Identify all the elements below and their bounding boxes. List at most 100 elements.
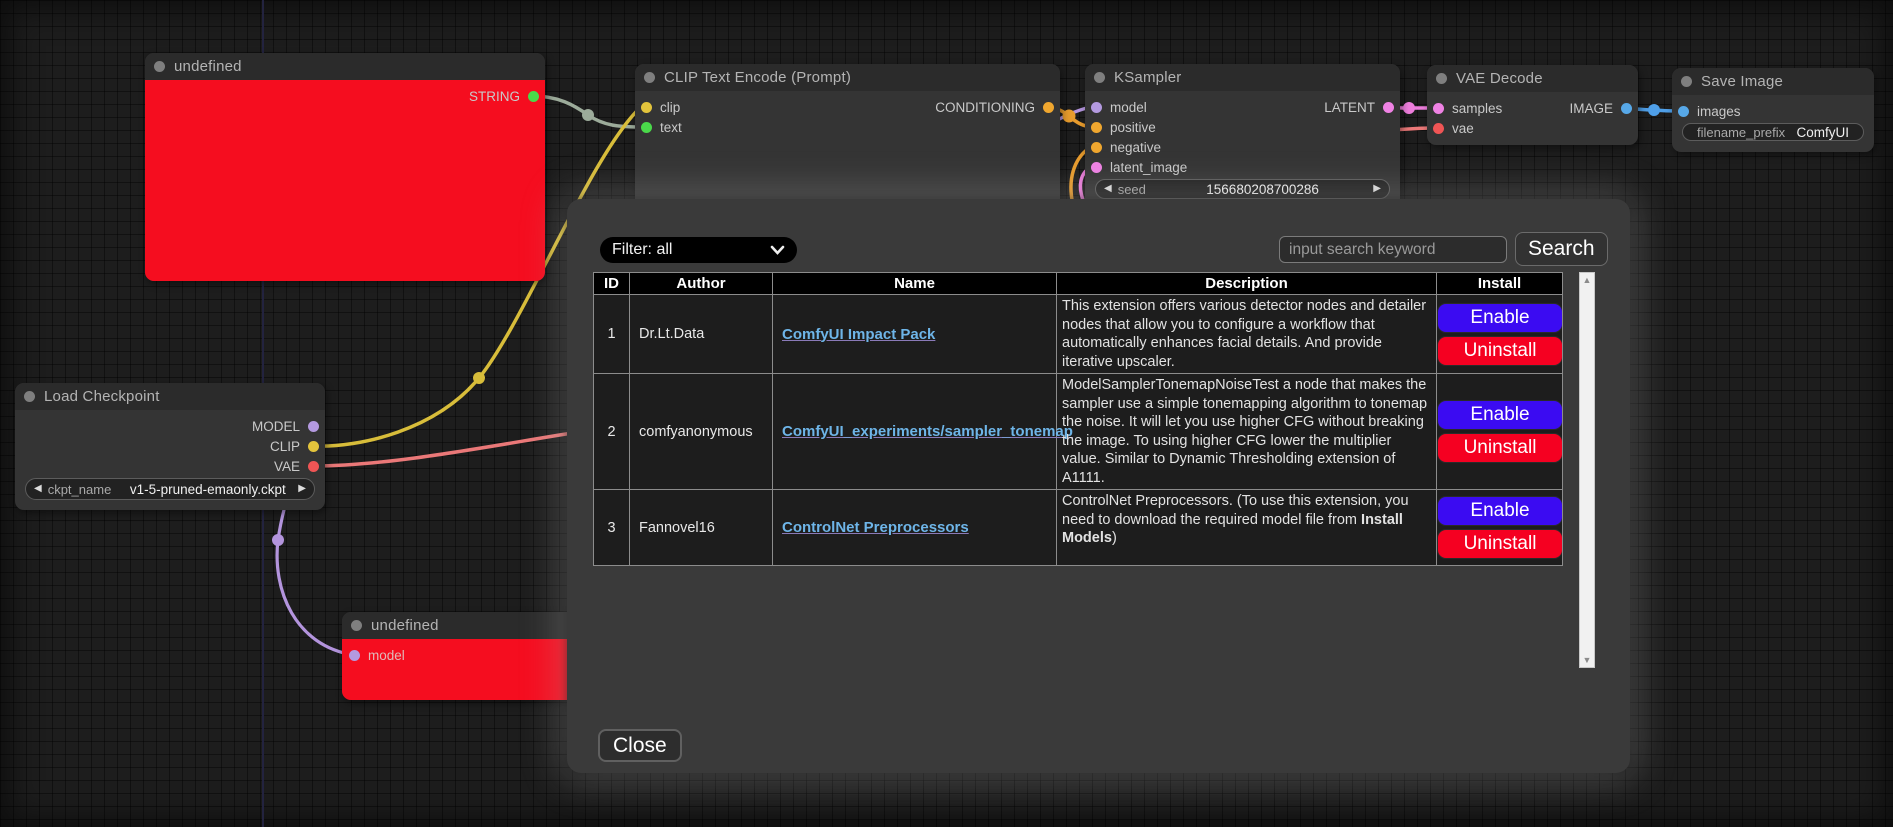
col-header-description: Description bbox=[1057, 273, 1437, 295]
node-undefined-bottom[interactable]: undefined model bbox=[342, 612, 580, 700]
extension-link[interactable]: ComfyUI Impact Pack bbox=[782, 326, 935, 343]
manager-dialog: Filter: all Search ID Author Name Descri… bbox=[567, 199, 1630, 773]
table-row: 1 Dr.Lt.Data ComfyUI Impact Pack This ex… bbox=[594, 295, 1563, 374]
reroute-dot[interactable] bbox=[1648, 104, 1660, 116]
positive-input-port[interactable] bbox=[1091, 122, 1102, 133]
extension-link[interactable]: ComfyUI_experiments/sampler_tonemap bbox=[782, 423, 1073, 440]
vae-output-port[interactable] bbox=[308, 461, 319, 472]
model-input-port[interactable] bbox=[1091, 102, 1102, 113]
close-button[interactable]: Close bbox=[598, 729, 682, 762]
node-title: Save Image bbox=[1701, 73, 1783, 90]
node-title: undefined bbox=[371, 617, 439, 634]
search-input[interactable] bbox=[1279, 236, 1507, 263]
filter-selected-value: Filter: all bbox=[612, 241, 672, 259]
uninstall-button[interactable]: Uninstall bbox=[1437, 433, 1563, 463]
latent-output-port[interactable] bbox=[1383, 102, 1394, 113]
increment-arrow-icon[interactable]: ▶ bbox=[1373, 184, 1381, 194]
clip-input-port[interactable] bbox=[641, 102, 652, 113]
widget-value: 156680208700286 bbox=[1152, 182, 1373, 197]
input-label: samples bbox=[1452, 101, 1502, 116]
node-collapse-dot[interactable] bbox=[1436, 73, 1447, 84]
node-title-bar: Save Image bbox=[1672, 68, 1874, 95]
samples-input-port[interactable] bbox=[1433, 103, 1444, 114]
node-body: model LATENT positive negative latent_im… bbox=[1085, 91, 1400, 214]
reroute-dot[interactable] bbox=[1063, 110, 1076, 123]
input-label: negative bbox=[1110, 140, 1161, 155]
table-row: 2 comfyanonymous ComfyUI_experiments/sam… bbox=[594, 374, 1563, 490]
input-label: model bbox=[1110, 100, 1147, 115]
enable-button[interactable]: Enable bbox=[1437, 303, 1563, 333]
text-input-port[interactable] bbox=[641, 122, 652, 133]
enable-button[interactable]: Enable bbox=[1437, 496, 1563, 526]
node-title-bar: VAE Decode bbox=[1427, 65, 1638, 92]
enable-button[interactable]: Enable bbox=[1437, 400, 1563, 430]
vae-input-port[interactable] bbox=[1433, 123, 1444, 134]
col-header-install: Install bbox=[1437, 273, 1563, 295]
node-undefined-top[interactable]: undefined STRING bbox=[145, 53, 545, 281]
filename-prefix-widget[interactable]: filename_prefix ComfyUI bbox=[1682, 123, 1864, 141]
widget-label: ckpt_name bbox=[48, 482, 112, 497]
node-body-error: model bbox=[342, 639, 580, 700]
cell-author: Dr.Lt.Data bbox=[630, 295, 773, 374]
search-button[interactable]: Search bbox=[1515, 232, 1608, 266]
node-title-bar: KSampler bbox=[1085, 64, 1400, 91]
input-label: clip bbox=[660, 100, 680, 115]
node-title: CLIP Text Encode (Prompt) bbox=[664, 69, 851, 86]
widget-value: v1-5-pruned-emaonly.ckpt bbox=[117, 482, 298, 497]
next-arrow-icon[interactable]: ▶ bbox=[298, 484, 306, 494]
node-vae-decode[interactable]: VAE Decode samples IMAGE vae bbox=[1427, 65, 1638, 145]
node-title-bar: undefined bbox=[145, 53, 545, 80]
model-input-port[interactable] bbox=[349, 650, 360, 661]
widget-value: ComfyUI bbox=[1791, 125, 1855, 140]
latent-image-input-port[interactable] bbox=[1091, 162, 1102, 173]
scroll-up-icon[interactable]: ▲ bbox=[1583, 273, 1592, 287]
model-output-port[interactable] bbox=[308, 421, 319, 432]
input-label: vae bbox=[1452, 121, 1474, 136]
node-ksampler[interactable]: KSampler model LATENT positive negative bbox=[1085, 64, 1400, 214]
reroute-dot[interactable] bbox=[582, 109, 594, 121]
conditioning-output-port[interactable] bbox=[1043, 102, 1054, 113]
reroute-dot[interactable] bbox=[473, 372, 485, 384]
image-output-port[interactable] bbox=[1621, 103, 1632, 114]
filter-select[interactable]: Filter: all bbox=[600, 237, 797, 263]
ckpt-name-widget[interactable]: ◀ ckpt_name v1-5-pruned-emaonly.ckpt ▶ bbox=[25, 478, 315, 500]
input-label: latent_image bbox=[1110, 160, 1187, 175]
output-label: MODEL bbox=[252, 419, 300, 434]
widget-label: filename_prefix bbox=[1697, 125, 1785, 140]
node-collapse-dot[interactable] bbox=[1094, 72, 1105, 83]
node-title-bar: CLIP Text Encode (Prompt) bbox=[635, 64, 1060, 91]
input-label: model bbox=[368, 648, 405, 663]
uninstall-button[interactable]: Uninstall bbox=[1437, 336, 1563, 366]
input-label: text bbox=[660, 120, 682, 135]
seed-widget[interactable]: ◀ seed 156680208700286 ▶ bbox=[1095, 179, 1390, 199]
table-header-row: ID Author Name Description Install bbox=[594, 273, 1563, 295]
node-load-checkpoint[interactable]: Load Checkpoint MODEL CLIP VAE ◀ ckpt_na… bbox=[15, 383, 325, 510]
node-collapse-dot[interactable] bbox=[24, 391, 35, 402]
scroll-down-icon[interactable]: ▼ bbox=[1583, 653, 1592, 667]
node-collapse-dot[interactable] bbox=[351, 620, 362, 631]
cell-author: comfyanonymous bbox=[630, 374, 773, 490]
output-label: STRING bbox=[469, 89, 520, 104]
chevron-down-icon bbox=[770, 245, 785, 255]
table-scrollbar[interactable]: ▲ ▼ bbox=[1579, 272, 1595, 668]
negative-input-port[interactable] bbox=[1091, 142, 1102, 153]
reroute-dot[interactable] bbox=[272, 534, 284, 546]
extension-link[interactable]: ControlNet Preprocessors bbox=[782, 519, 969, 536]
node-collapse-dot[interactable] bbox=[154, 61, 165, 72]
reroute-dot[interactable] bbox=[1403, 102, 1415, 114]
string-output-port[interactable] bbox=[528, 91, 539, 102]
output-label: VAE bbox=[274, 459, 300, 474]
output-label: LATENT bbox=[1324, 100, 1375, 115]
extension-table: ID Author Name Description Install 1 Dr.… bbox=[593, 272, 1563, 566]
cell-id: 1 bbox=[594, 295, 630, 374]
clip-output-port[interactable] bbox=[308, 441, 319, 452]
output-label: IMAGE bbox=[1569, 101, 1613, 116]
previous-arrow-icon[interactable]: ◀ bbox=[34, 484, 42, 494]
uninstall-button[interactable]: Uninstall bbox=[1437, 529, 1563, 559]
node-title-bar: undefined bbox=[342, 612, 580, 639]
node-collapse-dot[interactable] bbox=[1681, 76, 1692, 87]
node-save-image[interactable]: Save Image images filename_prefix ComfyU… bbox=[1672, 68, 1874, 152]
images-input-port[interactable] bbox=[1678, 106, 1689, 117]
node-collapse-dot[interactable] bbox=[644, 72, 655, 83]
decrement-arrow-icon[interactable]: ◀ bbox=[1104, 184, 1112, 194]
